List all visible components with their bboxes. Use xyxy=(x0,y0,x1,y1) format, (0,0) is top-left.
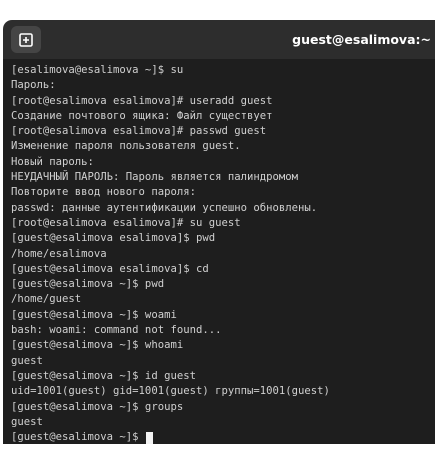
terminal-line: Пароль: xyxy=(11,79,56,92)
terminal-output[interactable]: [esalimova@esalimova ~]$ su Пароль: [roo… xyxy=(3,59,435,444)
terminal-line: Новый пароль: xyxy=(11,155,94,168)
terminal-line: guest xyxy=(11,415,43,428)
terminal-line: НЕУДАЧНЫЙ ПАРОЛЬ: Пароль является палинд… xyxy=(11,171,299,184)
terminal-line: /home/esalimova xyxy=(11,247,107,260)
new-tab-icon xyxy=(19,32,33,47)
text-cursor xyxy=(145,431,153,444)
terminal-line: [guest@esalimova esalimova]$ pwd xyxy=(11,232,216,245)
terminal-line: uid=1001(guest) gid=1001(guest) группы=1… xyxy=(11,385,330,398)
terminal-line: Создание почтового ящика: Файл существуе… xyxy=(11,109,273,122)
terminal-line: passwd: данные аутентификации успешно об… xyxy=(11,201,318,214)
terminal-line: [guest@esalimova ~]$ woami xyxy=(11,308,177,321)
terminal-line: [esalimova@esalimova ~]$ su xyxy=(11,64,184,76)
terminal-line: [root@esalimova esalimova]# passwd guest xyxy=(11,125,267,138)
terminal-line: [guest@esalimova esalimova]$ cd xyxy=(11,262,209,275)
terminal-lines: [esalimova@esalimova ~]$ su Пароль: [roo… xyxy=(11,63,330,444)
window-title: guest@esalimova:~ xyxy=(292,32,431,47)
window-bottom-edge xyxy=(0,444,435,453)
terminal-line: /home/guest xyxy=(11,293,82,306)
terminal-line: [guest@esalimova ~]$ pwd xyxy=(11,278,165,291)
terminal-line: [guest@esalimova ~]$ whoami xyxy=(11,339,184,352)
new-tab-button[interactable] xyxy=(11,26,41,53)
command-prompt: [guest@esalimova ~]$ xyxy=(11,431,145,444)
terminal-line: guest xyxy=(11,354,43,367)
terminal-line: [root@esalimova esalimova]# su guest xyxy=(11,216,241,229)
terminal-line: [root@esalimova esalimova]# useradd gues… xyxy=(11,94,273,107)
terminal-line: [guest@esalimova ~]$ groups xyxy=(11,400,184,413)
terminal-line: bash: woami: command not found... xyxy=(11,324,222,337)
command-prompt-line[interactable]: [guest@esalimova ~]$ xyxy=(11,430,330,444)
terminal-line: Повторите ввод нового пароля: xyxy=(11,186,196,199)
title-bar: guest@esalimova:~ xyxy=(3,20,435,59)
terminal-window: guest@esalimova:~ [esalimova@esalimova ~… xyxy=(0,0,435,453)
terminal-line: [guest@esalimova ~]$ id guest xyxy=(11,369,196,382)
terminal-line: Изменение пароля пользователя guest. xyxy=(11,140,241,153)
